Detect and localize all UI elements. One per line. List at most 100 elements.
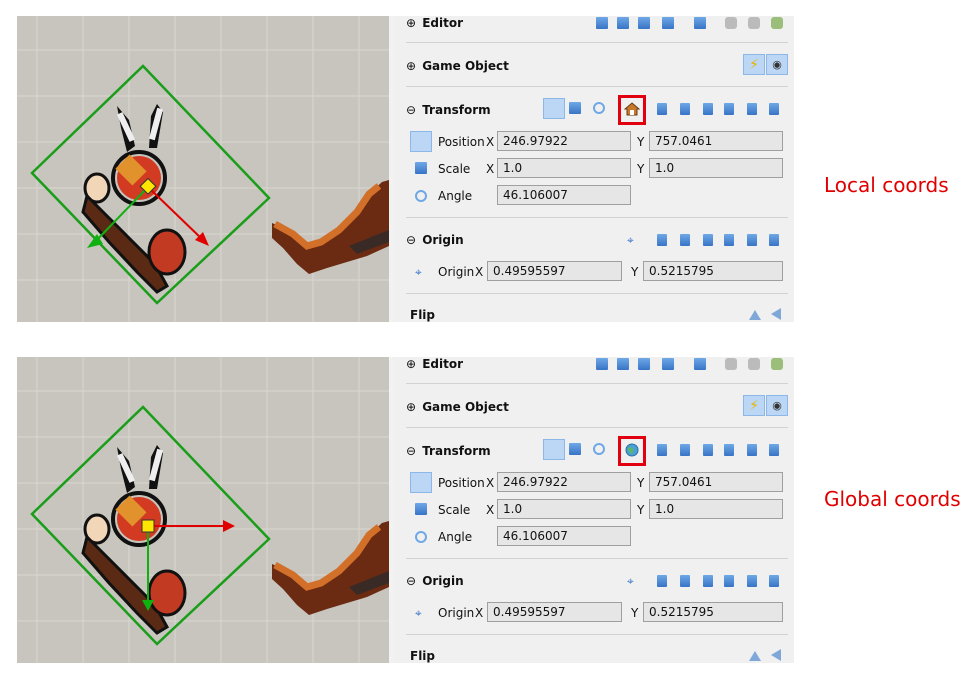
global-coords-annotation: Global coords: [824, 487, 961, 511]
refresh-component-icon[interactable]: [771, 358, 783, 370]
align-up-icon[interactable]: [596, 17, 608, 29]
origin-section-header[interactable]: ⊖ Origin: [406, 233, 464, 247]
position-x-field[interactable]: 246.97922: [497, 472, 631, 492]
scene-canvas[interactable]: [17, 357, 389, 663]
origin-y-field[interactable]: 0.5215795: [643, 261, 783, 281]
crosshair-icon[interactable]: ⌖: [627, 575, 639, 587]
flip-vertical-icon[interactable]: [749, 310, 761, 320]
origin-left-icon[interactable]: [657, 234, 667, 246]
position-y-label: Y: [637, 135, 645, 149]
origin-y-field[interactable]: 0.5215795: [643, 602, 783, 622]
angle-icon: [415, 190, 427, 202]
gizmo-x-arrow: [223, 520, 235, 532]
align-center-h-icon[interactable]: [680, 444, 690, 456]
remove-component-icon[interactable]: [748, 358, 760, 370]
lightning-icon[interactable]: ⚡: [743, 54, 765, 75]
scale-tool-icon[interactable]: [569, 102, 581, 114]
distribute-down-icon[interactable]: [662, 17, 674, 29]
distribute-down-icon[interactable]: [662, 358, 674, 370]
origin-x-field[interactable]: 0.49595597: [487, 261, 622, 281]
align-middle-icon[interactable]: [747, 103, 757, 115]
copy-icon[interactable]: [694, 17, 706, 29]
lightning-icon[interactable]: ⚡: [743, 395, 765, 416]
origin-x-field[interactable]: 0.49595597: [487, 602, 622, 622]
flip-horizontal-icon[interactable]: [771, 649, 781, 661]
flip-vertical-icon[interactable]: [749, 651, 761, 661]
rotate-tool-icon[interactable]: [593, 102, 605, 114]
scale-x-label: X: [486, 503, 495, 517]
scale-tool-icon[interactable]: [569, 443, 581, 455]
align-right-icon[interactable]: [703, 103, 713, 115]
origin-bottom-icon[interactable]: [769, 234, 779, 246]
position-y-field[interactable]: 757.0461: [649, 131, 783, 151]
position-x-field[interactable]: 246.97922: [497, 131, 631, 151]
align-bottom-icon[interactable]: [769, 444, 779, 456]
transform-section-header[interactable]: ⊖ Transform: [406, 444, 491, 458]
scale-x-field[interactable]: 1.0: [497, 499, 631, 519]
eye-icon[interactable]: ◉: [766, 54, 788, 75]
align-down-icon[interactable]: [617, 17, 629, 29]
collapse-icon: ⊖: [406, 444, 417, 458]
copy-icon[interactable]: [694, 358, 706, 370]
origin-center-h-icon[interactable]: [680, 234, 690, 246]
scale-x-field[interactable]: 1.0: [497, 158, 631, 178]
align-down-icon[interactable]: [617, 358, 629, 370]
crosshair-icon[interactable]: ⌖: [627, 234, 639, 246]
align-bottom-icon[interactable]: [769, 103, 779, 115]
editor-section-header[interactable]: ⊕ Editor: [406, 357, 463, 371]
origin-right-icon[interactable]: [703, 575, 713, 587]
align-middle-icon[interactable]: [747, 444, 757, 456]
angle-label: Angle: [438, 189, 473, 203]
origin-section-header[interactable]: ⊖ Origin: [406, 574, 464, 588]
add-component-icon[interactable]: [725, 358, 737, 370]
align-left-icon[interactable]: [657, 103, 667, 115]
origin-y-label: Y: [631, 606, 639, 620]
align-left-icon[interactable]: [657, 444, 667, 456]
origin-middle-icon[interactable]: [747, 575, 757, 587]
refresh-component-icon[interactable]: [771, 17, 783, 29]
distribute-up-icon[interactable]: [638, 358, 650, 370]
angle-field[interactable]: 46.106007: [497, 526, 631, 546]
scene-canvas[interactable]: [17, 16, 389, 322]
origin-middle-icon[interactable]: [747, 234, 757, 246]
align-right-icon[interactable]: [703, 444, 713, 456]
worm-tail-sprite: [272, 521, 389, 615]
position-icon[interactable]: [410, 472, 432, 493]
game-object-section-header[interactable]: ⊕ Game Object: [406, 400, 509, 414]
origin-left-icon[interactable]: [657, 575, 667, 587]
align-up-icon[interactable]: [596, 358, 608, 370]
add-component-icon[interactable]: [725, 17, 737, 29]
position-y-field[interactable]: 757.0461: [649, 472, 783, 492]
move-tool-icon[interactable]: [543, 439, 565, 460]
collapse-icon: ⊖: [406, 233, 417, 247]
align-top-icon[interactable]: [724, 103, 734, 115]
origin-center-h-icon[interactable]: [680, 575, 690, 587]
rotate-tool-icon[interactable]: [593, 443, 605, 455]
origin-x-label: X: [475, 606, 484, 620]
scale-y-field[interactable]: 1.0: [649, 158, 783, 178]
flip-horizontal-icon[interactable]: [771, 308, 781, 320]
origin-top-icon[interactable]: [724, 575, 734, 587]
position-icon[interactable]: [410, 131, 432, 152]
scale-y-field[interactable]: 1.0: [649, 499, 783, 519]
angle-field[interactable]: 46.106007: [497, 185, 631, 205]
globe-icon[interactable]: [625, 443, 639, 457]
gizmo-handle: [141, 519, 155, 533]
eye-icon[interactable]: ◉: [766, 395, 788, 416]
origin-right-icon[interactable]: [703, 234, 713, 246]
align-top-icon[interactable]: [724, 444, 734, 456]
distribute-up-icon[interactable]: [638, 17, 650, 29]
game-object-section-header[interactable]: ⊕ Game Object: [406, 59, 509, 73]
transform-section-header[interactable]: ⊖ Transform: [406, 103, 491, 117]
origin-bottom-icon[interactable]: [769, 575, 779, 587]
editor-section-header[interactable]: ⊕ Editor: [406, 16, 463, 30]
origin-top-icon[interactable]: [724, 234, 734, 246]
move-tool-icon[interactable]: [543, 98, 565, 119]
remove-component-icon[interactable]: [748, 17, 760, 29]
flip-section-header[interactable]: Flip: [410, 649, 435, 663]
collapse-icon: ⊖: [406, 103, 417, 117]
screenshot-global: ⊕ Editor ⊕ Game Object ⚡ ◉ ⊖ Transform P…: [17, 357, 794, 663]
align-center-h-icon[interactable]: [680, 103, 690, 115]
home-icon[interactable]: [623, 102, 641, 116]
flip-section-header[interactable]: Flip: [410, 308, 435, 322]
